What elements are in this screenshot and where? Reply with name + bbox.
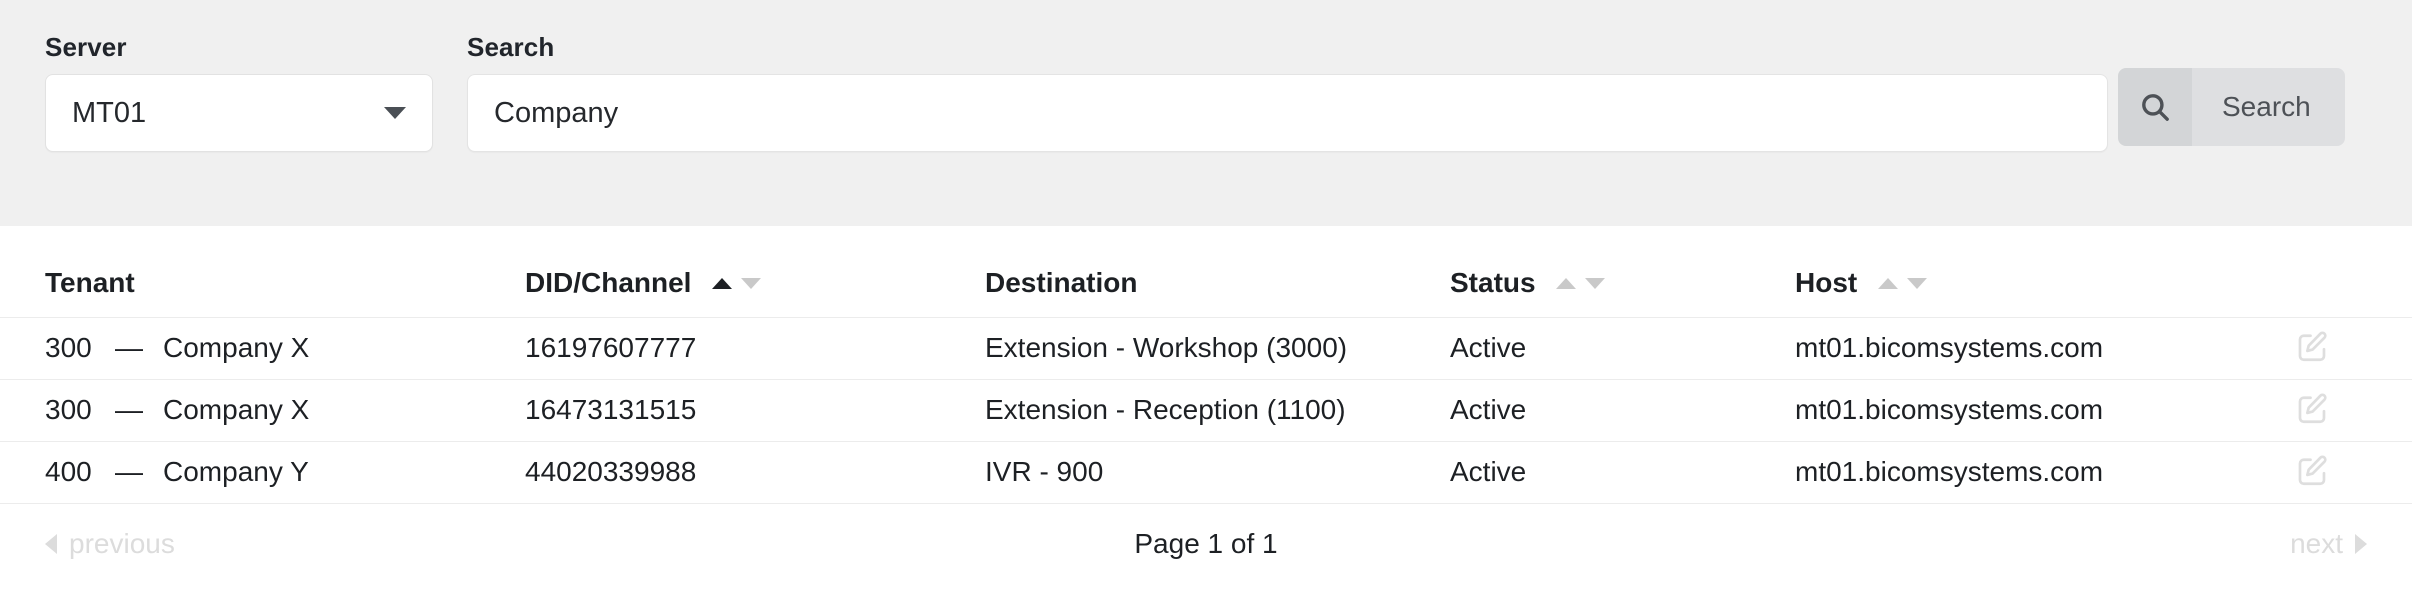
- column-header-host[interactable]: Host: [1795, 226, 2290, 318]
- did-results-table: Tenant DID/Channel Destination Status Ho…: [0, 226, 2412, 504]
- cell-did: 16473131515: [525, 379, 985, 442]
- status-badge: Active: [1450, 379, 1795, 442]
- cell-tenant: 400 — Company Y: [0, 441, 525, 504]
- table-row[interactable]: 300 — Company X 16473131515 Extension - …: [0, 379, 2412, 442]
- column-header-status[interactable]: Status: [1450, 226, 1795, 318]
- cell-actions: [2290, 441, 2412, 504]
- search-input[interactable]: [467, 74, 2108, 152]
- cell-actions: [2290, 317, 2412, 380]
- triangle-right-icon: [2355, 533, 2367, 554]
- table-row[interactable]: 400 — Company Y 44020339988 IVR - 900 Ac…: [0, 441, 2412, 504]
- sort-descending-icon[interactable]: [741, 277, 762, 289]
- sort-controls-host: [1878, 277, 1928, 289]
- cell-did: 16197607777: [525, 317, 985, 380]
- server-select-value: MT01: [72, 96, 147, 129]
- cell-host: mt01.bicomsystems.com: [1795, 441, 2290, 504]
- sort-controls-status: [1556, 277, 1606, 289]
- cell-host: mt01.bicomsystems.com: [1795, 379, 2290, 442]
- cell-destination: Extension - Reception (1100): [985, 379, 1450, 442]
- table-row[interactable]: 300 — Company X 16197607777 Extension - …: [0, 317, 2412, 380]
- cell-did: 44020339988: [525, 441, 985, 504]
- server-field-group: Server MT01: [45, 34, 433, 152]
- server-select[interactable]: MT01: [45, 74, 433, 152]
- previous-page-label: previous: [69, 527, 175, 559]
- edit-icon[interactable]: [2290, 449, 2334, 493]
- edit-icon[interactable]: [2290, 325, 2334, 369]
- sort-controls-did: [712, 277, 762, 289]
- cell-actions: [2290, 379, 2412, 442]
- sort-ascending-icon[interactable]: [712, 277, 733, 289]
- filter-toolbar: Server MT01 Search Search: [0, 0, 2412, 226]
- previous-page-button[interactable]: previous: [45, 528, 175, 560]
- sort-descending-icon[interactable]: [1585, 277, 1606, 289]
- tenant-name: Company X: [163, 394, 310, 425]
- cell-tenant: 300 — Company X: [0, 317, 525, 380]
- search-label: Search: [467, 32, 555, 62]
- server-label: Server: [45, 32, 127, 62]
- next-page-label: next: [2290, 527, 2343, 559]
- cell-destination: Extension - Workshop (3000): [985, 317, 1450, 380]
- column-header-status-label: Status: [1450, 266, 1536, 298]
- tenant-id: 400: [45, 456, 92, 487]
- tenant-separator: —: [115, 332, 143, 363]
- search-icon: [2118, 68, 2192, 146]
- table-header-row: Tenant DID/Channel Destination Status Ho…: [0, 226, 2412, 318]
- triangle-left-icon: [45, 533, 57, 554]
- search-button[interactable]: Search: [2118, 68, 2345, 146]
- tenant-separator: —: [115, 394, 143, 425]
- tenant-id: 300: [45, 332, 92, 363]
- page-info: Page 1 of 1: [1134, 527, 1278, 559]
- cell-host: mt01.bicomsystems.com: [1795, 317, 2290, 380]
- pagination-bar: previous Page 1 of 1 next: [0, 504, 2412, 584]
- column-header-destination[interactable]: Destination: [985, 226, 1450, 318]
- column-header-did[interactable]: DID/Channel: [525, 226, 985, 318]
- didchannel-list-page: Server MT01 Search Search: [0, 0, 2412, 596]
- cell-tenant: 300 — Company X: [0, 379, 525, 442]
- column-header-did-label: DID/Channel: [525, 266, 692, 298]
- next-page-button[interactable]: next: [2290, 528, 2367, 560]
- status-badge: Active: [1450, 441, 1795, 504]
- sort-descending-icon[interactable]: [1907, 277, 1928, 289]
- edit-icon[interactable]: [2290, 387, 2334, 431]
- search-field-group: Search: [467, 34, 2108, 152]
- sort-ascending-icon[interactable]: [1556, 277, 1577, 289]
- column-header-tenant[interactable]: Tenant: [0, 226, 525, 318]
- tenant-separator: —: [115, 456, 143, 487]
- column-header-tenant-label: Tenant: [45, 266, 135, 298]
- column-header-host-label: Host: [1795, 266, 1858, 298]
- table-body: 300 — Company X 16197607777 Extension - …: [0, 317, 2412, 504]
- column-header-actions: [2290, 226, 2412, 318]
- tenant-name: Company X: [163, 332, 310, 363]
- sort-ascending-icon[interactable]: [1878, 277, 1899, 289]
- tenant-name: Company Y: [163, 456, 309, 487]
- column-header-destination-label: Destination: [985, 266, 1138, 298]
- search-button-label: Search: [2192, 68, 2345, 146]
- cell-destination: IVR - 900: [985, 441, 1450, 504]
- tenant-id: 300: [45, 394, 92, 425]
- chevron-down-icon: [384, 107, 406, 119]
- status-badge: Active: [1450, 317, 1795, 380]
- results-table-container: Tenant DID/Channel Destination Status Ho…: [0, 226, 2412, 596]
